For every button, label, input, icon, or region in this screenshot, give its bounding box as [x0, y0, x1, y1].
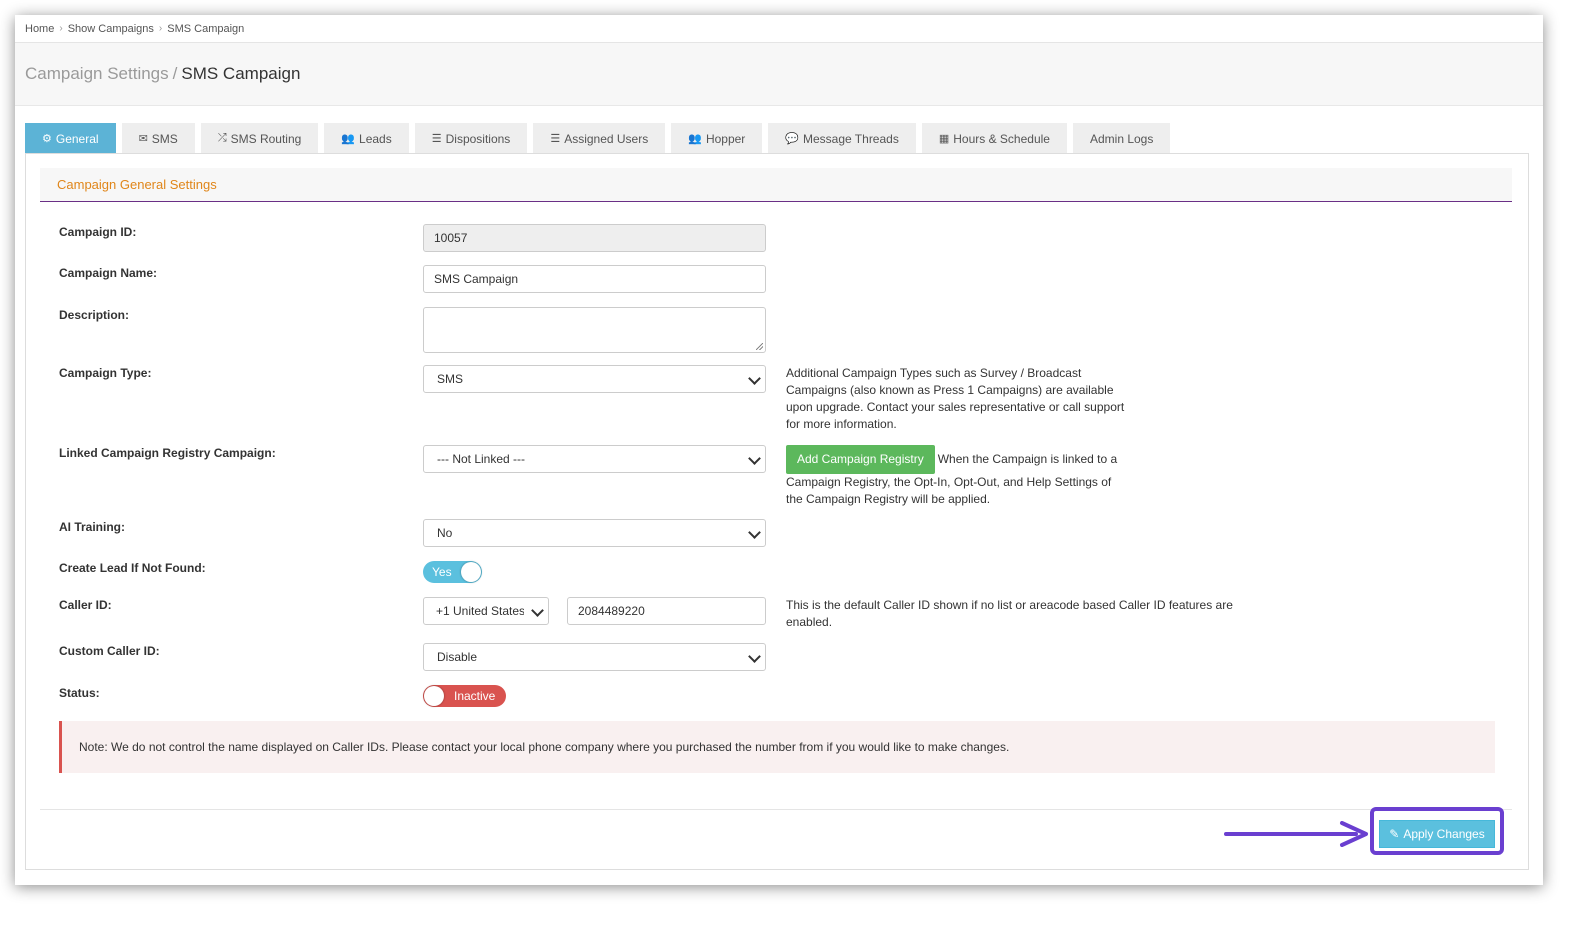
status-toggle-text: Inactive: [454, 689, 496, 703]
description-textarea[interactable]: [423, 307, 766, 353]
list-icon: ☰: [431, 133, 442, 145]
tab-message-threads[interactable]: 💬 Message Threads: [768, 123, 916, 154]
tab-label: Hopper: [705, 131, 746, 146]
page-title-separator: /: [172, 64, 178, 83]
tab-label: Leads: [359, 131, 392, 146]
ai-training-label: AI Training:: [59, 520, 125, 534]
chevron-down-icon: [748, 452, 761, 465]
tab-label: Admin Logs: [1089, 131, 1154, 146]
caller-id-label: Caller ID:: [59, 598, 112, 612]
caller-id-number-input[interactable]: 2084489220: [567, 597, 766, 625]
create-lead-label: Create Lead If Not Found:: [59, 561, 206, 575]
breadcrumb: Home › Show Campaigns › SMS Campaign: [15, 15, 1543, 43]
toggle-knob: [424, 686, 444, 706]
arrow-right-icon: [1224, 821, 1368, 847]
settings-panel: Campaign General Settings Campaign ID: 1…: [25, 153, 1529, 870]
caller-id-help: This is the default Caller ID shown if n…: [786, 598, 1233, 629]
page-title: SMS Campaign: [181, 64, 301, 83]
tab-label: General: [55, 131, 99, 146]
campaign-id-label: Campaign ID:: [59, 225, 137, 239]
create-lead-toggle-text: Yes: [432, 565, 452, 579]
custom-caller-id-label: Custom Caller ID:: [59, 644, 160, 658]
custom-caller-id-value: Disable: [437, 650, 478, 664]
tab-label: Assigned Users: [564, 131, 649, 146]
tab-hours-schedule[interactable]: ▦ Hours & Schedule: [921, 123, 1067, 154]
resize-grip-icon[interactable]: [756, 343, 763, 350]
breadcrumb-show-campaigns[interactable]: Show Campaigns: [68, 23, 154, 35]
caller-id-country-value: +1 United States: [436, 604, 524, 618]
apply-changes-label: Apply Changes: [1403, 827, 1485, 841]
linked-registry-select[interactable]: --- Not Linked ---: [423, 445, 766, 473]
gears-icon: ⚙: [42, 133, 52, 145]
linked-registry-label: Linked Campaign Registry Campaign:: [59, 446, 276, 460]
list-ol-icon: ☰: [550, 133, 561, 145]
campaign-type-value: SMS: [437, 372, 464, 386]
campaign-name-input[interactable]: SMS Campaign: [423, 265, 766, 293]
status-toggle[interactable]: Inactive: [423, 685, 506, 707]
description-label: Description:: [59, 308, 130, 322]
ai-training-select[interactable]: No: [423, 519, 766, 547]
tab-dispositions[interactable]: ☰ Dispositions: [414, 123, 528, 154]
toggle-knob: [461, 562, 481, 582]
edit-icon: ✎: [1389, 827, 1400, 841]
chevron-right-icon: ›: [158, 23, 163, 34]
comments-icon: 💬: [785, 133, 799, 145]
tab-sms-routing[interactable]: ⤮ SMS Routing: [200, 123, 319, 154]
tab-label: SMS: [151, 131, 178, 146]
campaign-type-help: Additional Campaign Types such as Survey…: [786, 366, 1125, 431]
chevron-down-icon: [748, 372, 761, 385]
chevron-right-icon: ›: [59, 23, 63, 34]
status-label: Status:: [59, 686, 100, 700]
tab-general[interactable]: ⚙ General: [25, 123, 116, 154]
chevron-down-icon: [531, 604, 544, 617]
chevron-down-icon: [748, 650, 761, 663]
apply-changes-button[interactable]: ✎ Apply Changes: [1379, 820, 1495, 848]
breadcrumb-home[interactable]: Home: [25, 23, 54, 35]
random-icon: ⤮: [217, 132, 227, 144]
users-icon: 👥: [341, 133, 356, 145]
section-title: Campaign General Settings: [40, 168, 1512, 202]
linked-registry-value: --- Not Linked ---: [437, 452, 526, 466]
campaign-type-select[interactable]: SMS: [423, 365, 766, 393]
tab-leads[interactable]: 👥 Leads: [324, 123, 409, 154]
page-header: Campaign Settings / SMS Campaign: [15, 43, 1543, 106]
add-campaign-registry-button[interactable]: Add Campaign Registry: [786, 445, 935, 474]
create-lead-toggle[interactable]: Yes: [423, 561, 482, 583]
tab-assigned-users[interactable]: ☰ Assigned Users: [533, 123, 666, 154]
chevron-down-icon: [748, 526, 761, 539]
caller-id-note: Note: We do not control the name display…: [59, 721, 1495, 773]
tab-label: SMS Routing: [230, 131, 302, 146]
tab-label: Message Threads: [803, 131, 899, 146]
ai-training-value: No: [437, 526, 453, 540]
tab-label: Dispositions: [445, 131, 511, 146]
breadcrumb-current: SMS Campaign: [167, 22, 245, 35]
calendar-icon: ▦: [938, 133, 950, 145]
tab-sms[interactable]: ✉ SMS: [121, 123, 195, 154]
app-window: Home › Show Campaigns › SMS Campaign Cam…: [15, 15, 1543, 885]
tab-hopper[interactable]: 👥 Hopper: [671, 123, 763, 154]
campaign-id-input: 10057: [423, 224, 766, 252]
page-section: Campaign Settings: [25, 64, 169, 83]
users-icon: 👥: [688, 133, 702, 145]
custom-caller-id-select[interactable]: Disable: [423, 643, 766, 671]
campaign-name-label: Campaign Name:: [59, 266, 158, 280]
tab-bar: ⚙ General ✉ SMS ⤮ SMS Routing 👥 Leads ☰ Dispo…: [25, 123, 1176, 154]
envelope-icon: ✉: [138, 133, 148, 145]
footer-divider: [40, 809, 1512, 810]
campaign-type-label: Campaign Type:: [59, 366, 152, 380]
linked-registry-help-block: Add Campaign Registry When the Campaign i…: [786, 445, 1131, 508]
tab-admin-logs[interactable]: Admin Logs: [1072, 123, 1171, 154]
caller-id-country-select[interactable]: +1 United States: [423, 597, 549, 625]
tab-label: Hours & Schedule: [953, 131, 1050, 146]
